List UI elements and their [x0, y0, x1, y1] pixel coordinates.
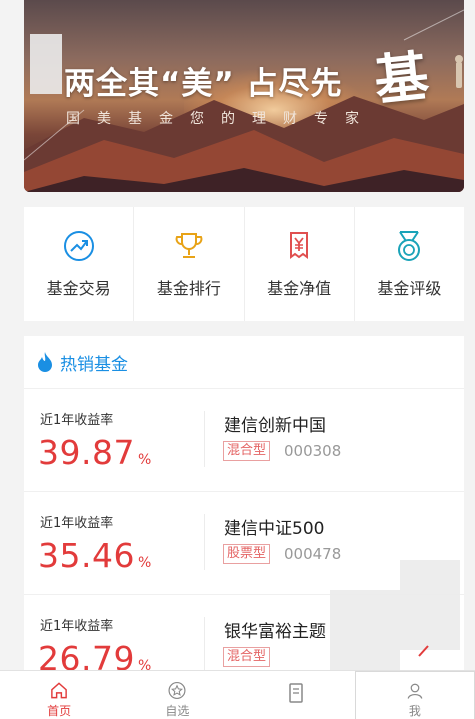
bottom-tab-bar: 首页 自选 我 — [0, 670, 475, 719]
red-arrow-mark — [418, 645, 429, 657]
fund-row[interactable]: 近1年收益率 39.87% 建信创新中国 混合型 000308 — [24, 389, 464, 492]
row-divider — [204, 411, 205, 467]
quick-item-fund-nav[interactable]: 基金净值 — [245, 207, 355, 321]
banner-brush-character: 基 — [371, 43, 432, 113]
hot-funds-header: 热销基金 — [24, 336, 464, 389]
tab-label: 首页 — [47, 704, 72, 718]
annual-return: 39.87% — [38, 433, 151, 472]
fund-name: 银华富裕主题 — [224, 622, 326, 642]
tab-label: 我 — [408, 704, 421, 718]
home-icon — [51, 682, 67, 699]
return-unit: % — [137, 452, 152, 468]
rate-label: 近1年收益率 — [40, 413, 114, 428]
blurred-region — [330, 590, 400, 670]
row-divider — [204, 617, 205, 673]
return-value: 35.46 — [38, 536, 135, 575]
quick-item-fund-trade[interactable]: 基金交易 — [24, 207, 135, 321]
tab-watchlist[interactable]: 自选 — [118, 671, 236, 719]
person-silhouette — [455, 55, 463, 88]
rate-label: 近1年收益率 — [40, 516, 114, 531]
fund-type-badge: 混合型 — [223, 441, 271, 461]
banner-subtitle: 国美基金您的理财专家 — [66, 111, 376, 127]
rate-label: 近1年收益率 — [40, 619, 114, 634]
fire-icon — [38, 352, 52, 372]
quick-item-label: 基金交易 — [46, 279, 111, 298]
banner-headline: 两全其“美” 占尽先 — [64, 66, 343, 102]
annual-return: 35.46% — [38, 536, 151, 575]
trend-arrow-icon — [63, 231, 94, 261]
tab-label: 自选 — [165, 704, 190, 718]
quick-item-fund-ranking[interactable]: 基金排行 — [134, 207, 245, 321]
quick-item-label: 基金排行 — [156, 279, 221, 298]
quick-item-label: 基金净值 — [267, 279, 332, 298]
blurred-region — [30, 34, 62, 94]
star-icon — [168, 681, 186, 700]
return-unit: % — [137, 555, 152, 571]
medal-icon — [398, 231, 421, 261]
fund-code: 000478 — [284, 545, 342, 563]
promo-banner[interactable]: 两全其“美” 占尽先 基 国美基金您的理财专家 — [24, 0, 464, 192]
quick-menu: 基金交易 基金排行 基金净值 基金评级 — [24, 207, 464, 321]
user-icon — [407, 683, 423, 699]
yen-document-icon — [290, 232, 309, 259]
trophy-icon — [175, 233, 203, 258]
fund-name: 建信创新中国 — [224, 416, 326, 436]
document-icon — [288, 683, 303, 703]
quick-item-fund-rating[interactable]: 基金评级 — [355, 207, 464, 321]
row-divider — [204, 514, 205, 570]
fund-name: 建信中证500 — [224, 519, 325, 539]
fund-row[interactable]: 近1年收益率 35.46% 建信中证500 股票型 000478 — [24, 492, 464, 595]
fund-type-badge: 混合型 — [223, 647, 271, 667]
blurred-region — [400, 560, 460, 650]
fund-code: 000308 — [284, 442, 342, 460]
return-value: 39.87 — [38, 433, 135, 472]
tab-holdings[interactable] — [237, 671, 355, 719]
tab-home[interactable]: 首页 — [0, 671, 118, 719]
tab-me[interactable]: 我 — [354, 671, 475, 719]
hot-funds-title: 热销基金 — [60, 354, 128, 375]
fund-type-badge: 股票型 — [223, 544, 271, 564]
quick-item-label: 基金评级 — [377, 279, 442, 298]
